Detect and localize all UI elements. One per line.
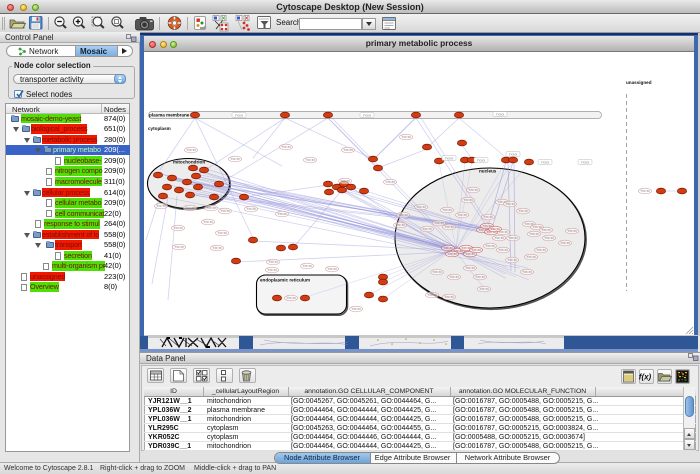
svg-text:Yxx xx: Yxx xx [351,307,361,311]
svg-text:Yxx xx: Yxx xx [505,202,515,206]
svg-text:Yxx xx: Yxx xx [267,268,277,272]
svg-text:Yxx xx: Yxx xx [327,267,337,271]
svg-text:Yxx xx: Yxx xx [230,157,240,161]
svg-text:Yxx xx: Yxx xx [185,206,195,210]
svg-text:Yxx xx: Yxx xx [340,179,350,183]
svg-text:Yxx xx: Yxx xx [507,258,517,262]
svg-text:Yxx xx: Yxx xx [522,270,532,274]
svg-text:Yxx xx: Yxx xx [385,180,395,184]
svg-text:f(x): f(x) [639,373,652,382]
svg-text:Yxx xx: Yxx xx [526,255,536,259]
svg-text:Yxxxx: Yxxxx [477,158,486,162]
svg-text:Yxx xx: Yxx xx [518,209,528,213]
svg-text:Yxx xx: Yxx xx [173,226,183,230]
svg-text:Yxx xx: Yxx xx [536,248,546,252]
svg-text:Yxx xx: Yxx xx [395,223,405,227]
svg-text:Yxx xx: Yxx xx [434,221,444,225]
svg-text:Yxx xx: Yxx xx [463,198,473,202]
svg-text:Yxx xx: Yxx xx [471,248,481,252]
svg-text:Yxx xx: Yxx xx [640,189,650,193]
svg-text:Yxx xx: Yxx xx [494,236,504,240]
svg-text:Yxx xx: Yxx xx [529,232,539,236]
svg-text:Yxxxx: Yxxxx [541,160,550,164]
svg-text:Yxx xx: Yxx xx [220,209,230,213]
svg-text:Yxx xx: Yxx xx [479,287,489,291]
svg-text:Yxxxx: Yxxxx [581,160,590,164]
svg-text:Yxx xx: Yxx xx [156,204,166,208]
svg-text:Yxx xx: Yxx xx [174,245,184,249]
svg-text:Yxxxx: Yxxxx [235,113,244,117]
svg-text:Yxx xx: Yxx xx [465,266,475,270]
svg-text:Yxx xx: Yxx xx [449,275,459,279]
svg-text:unassigned: unassigned [626,80,652,85]
svg-text:Yxx xx: Yxx xx [206,206,216,210]
svg-text:Yxx xx: Yxx xx [286,296,296,300]
svg-text:Yxx xx: Yxx xx [447,252,457,256]
svg-text:Yxx xx: Yxx xx [442,208,452,212]
svg-text:Yxx xx: Yxx xx [560,241,570,245]
svg-text:Yxx xx: Yxx xx [203,220,213,224]
svg-text:Yxx xx: Yxx xx [485,244,495,248]
svg-text:Yxx xx: Yxx xx [544,236,554,240]
svg-text:Yxx xx: Yxx xx [246,207,256,211]
svg-text:Yxx xx: Yxx xx [498,248,508,252]
svg-text:Yxx xx: Yxx xx [475,275,485,279]
svg-text:Yxx xx: Yxx xx [444,225,454,229]
svg-text:Yxx xx: Yxx xx [305,158,315,162]
svg-text:Yxx xx: Yxx xx [541,228,551,232]
svg-text:Yxx xx: Yxx xx [483,215,493,219]
svg-text:Yxx xx: Yxx xx [416,205,426,209]
svg-text:Yxx xx: Yxx xx [443,246,453,250]
svg-text:Yxx xx: Yxx xx [567,229,577,233]
svg-text:Yxx xx: Yxx xx [343,148,353,152]
svg-text:nucleus: nucleus [479,169,497,174]
svg-text:Yxx xx: Yxx xx [217,231,227,235]
svg-text:Yxx xx: Yxx xx [268,260,278,264]
svg-text:endoplasmic reticulum: endoplasmic reticulum [260,278,310,283]
svg-text:Yxx xx: Yxx xx [444,295,454,299]
svg-text:plasma membrane: plasma membrane [149,113,190,118]
svg-text:Yxx xx: Yxx xx [281,145,291,149]
svg-text:Yxx xx: Yxx xx [302,264,312,268]
svg-text:Yxxxx: Yxxxx [363,113,372,117]
svg-text:Yxx xx: Yxx xx [422,227,432,231]
svg-text:Yxx xx: Yxx xx [468,188,478,192]
svg-text:Yxx xx: Yxx xx [508,236,518,240]
svg-text:Yxxxx: Yxxxx [496,112,505,116]
svg-text:Yxx xx: Yxx xx [490,227,500,231]
svg-text:Yxxxx: Yxxxx [509,152,518,156]
svg-text:Yxx xx: Yxx xx [277,212,287,216]
svg-text:Yxx xx: Yxx xx [427,293,437,297]
svg-text:Yxxxx: Yxxxx [445,156,454,160]
svg-text:Yxx xx: Yxx xx [398,213,408,217]
svg-text:cytoplasm: cytoplasm [148,126,171,131]
svg-text:Yxx xx: Yxx xx [457,213,467,217]
svg-text:Yxx xx: Yxx xx [432,270,442,274]
svg-text:Yxx xx: Yxx xx [212,246,222,250]
svg-text:mitochondrion: mitochondrion [173,160,205,165]
svg-text:Yxx xx: Yxx xx [186,148,196,152]
svg-text:Yxx xx: Yxx xx [401,135,411,139]
